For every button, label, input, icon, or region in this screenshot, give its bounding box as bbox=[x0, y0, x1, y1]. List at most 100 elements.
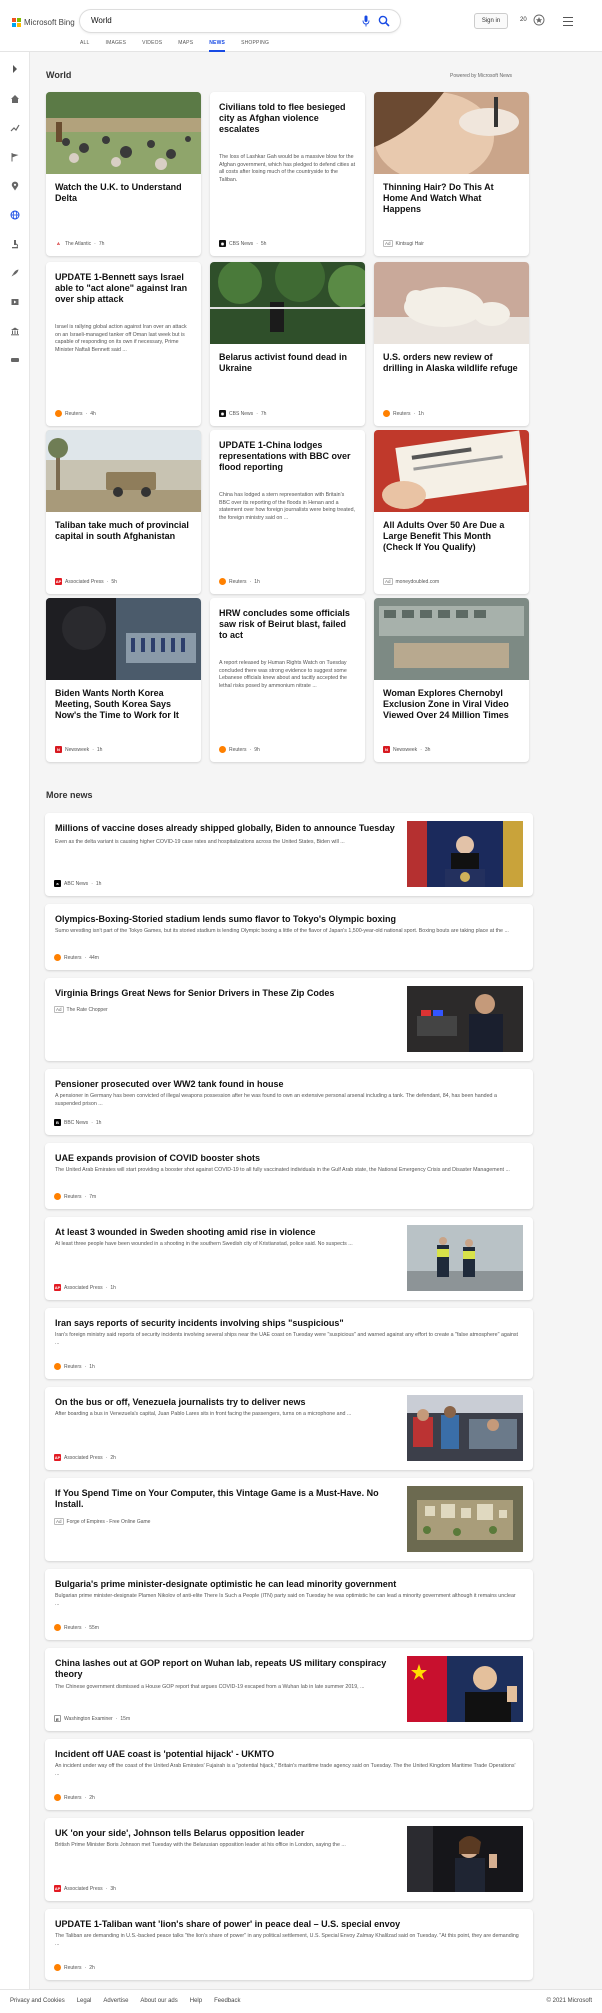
news-list-item[interactable]: Iran says reports of security incidents … bbox=[45, 1308, 533, 1379]
news-list-item[interactable]: China lashes out at GOP report on Wuhan … bbox=[45, 1648, 533, 1731]
news-source: AP Associated Press · 3h bbox=[54, 1885, 116, 1892]
tab-shopping[interactable]: SHOPPING bbox=[241, 40, 269, 52]
footer-link-help[interactable]: Help bbox=[190, 1998, 202, 2004]
news-source: Ad The Rate Chopper bbox=[54, 1006, 108, 1013]
card-title[interactable]: Watch the U.K. to Understand Delta bbox=[55, 182, 192, 204]
news-title[interactable]: Iran says reports of security incidents … bbox=[55, 1318, 344, 1329]
news-source: AP Associated Press · 2h bbox=[54, 1454, 116, 1461]
news-title[interactable]: If You Spend Time on Your Computer, this… bbox=[55, 1488, 400, 1510]
ad-card[interactable]: Thinning Hair? Do This At Home And Watch… bbox=[374, 92, 529, 256]
card-source: A The Atlantic · 7h bbox=[55, 240, 104, 247]
microscope-icon[interactable] bbox=[10, 239, 20, 249]
card-title[interactable]: All Adults Over 50 Are Due a Large Benef… bbox=[383, 520, 520, 553]
news-title[interactable]: At least 3 wounded in Sweden shooting am… bbox=[55, 1227, 316, 1238]
news-list-item[interactable]: At least 3 wounded in Sweden shooting am… bbox=[45, 1217, 533, 1300]
news-card[interactable]: U.S. orders new review of drilling in Al… bbox=[374, 262, 529, 426]
reuters-icon bbox=[54, 1193, 61, 1200]
footer-link-advertise[interactable]: Advertise bbox=[103, 1998, 128, 2004]
bing-logo[interactable]: Microsoft Bing bbox=[12, 16, 75, 28]
news-list-item[interactable]: Incident off UAE coast is 'potential hij… bbox=[45, 1739, 533, 1810]
card-title[interactable]: Civilians told to flee besieged city as … bbox=[219, 102, 356, 135]
tab-maps[interactable]: MAPS bbox=[178, 40, 193, 52]
news-list-item[interactable]: UK 'on your side', Johnson tells Belarus… bbox=[45, 1818, 533, 1901]
news-card[interactable]: Biden Wants North Korea Meeting, South K… bbox=[46, 598, 201, 762]
news-title[interactable]: Virginia Brings Great News for Senior Dr… bbox=[55, 988, 334, 999]
source-name: Reuters bbox=[64, 1193, 82, 1200]
rocket-icon[interactable] bbox=[10, 268, 20, 278]
card-source: Reuters · 1h bbox=[219, 578, 260, 585]
news-title[interactable]: Pensioner prosecuted over WW2 tank found… bbox=[55, 1079, 284, 1090]
news-list-item[interactable]: Pensioner prosecuted over WW2 tank found… bbox=[45, 1069, 533, 1135]
news-title[interactable]: UAE expands provision of COVID booster s… bbox=[55, 1153, 260, 1164]
news-card[interactable]: HRW concludes some officials saw risk of… bbox=[210, 598, 365, 762]
ad-list-item[interactable]: If You Spend Time on Your Computer, this… bbox=[45, 1478, 533, 1561]
movie-icon[interactable] bbox=[10, 297, 20, 307]
card-title[interactable]: UPDATE 1-China lodges representations wi… bbox=[219, 440, 356, 473]
news-card[interactable]: UPDATE 1-Bennett says Israel able to "ac… bbox=[46, 262, 201, 426]
card-title[interactable]: Belarus activist found dead in Ukraine bbox=[219, 352, 356, 374]
news-card[interactable]: UPDATE 1-China lodges representations wi… bbox=[210, 430, 365, 594]
news-title[interactable]: Olympics-Boxing-Storied stadium lends su… bbox=[55, 914, 396, 925]
news-snippet: The Chinese government dismissed a House… bbox=[55, 1684, 365, 1690]
news-card[interactable]: Belarus activist found dead in Ukraine ◉… bbox=[210, 262, 365, 426]
polar-bears-image bbox=[374, 262, 529, 344]
news-title[interactable]: China lashes out at GOP report on Wuhan … bbox=[55, 1658, 400, 1680]
news-card[interactable]: Watch the U.K. to Understand Delta A The… bbox=[46, 92, 201, 256]
tab-videos[interactable]: VIDEOS bbox=[142, 40, 162, 52]
search-icon[interactable] bbox=[378, 15, 390, 27]
news-list-item[interactable]: Millions of vaccine doses already shippe… bbox=[45, 813, 533, 896]
home-icon[interactable] bbox=[10, 94, 20, 104]
news-title[interactable]: On the bus or off, Venezuela journalists… bbox=[55, 1397, 306, 1408]
news-list-item[interactable]: Olympics-Boxing-Storied stadium lends su… bbox=[45, 904, 533, 970]
globe-icon[interactable] bbox=[10, 210, 20, 220]
tab-news[interactable]: NEWS bbox=[209, 40, 226, 52]
search-query[interactable]: World bbox=[91, 16, 112, 25]
footer-link-feedback[interactable]: Feedback bbox=[214, 1998, 240, 2004]
card-title[interactable]: HRW concludes some officials saw risk of… bbox=[219, 608, 356, 641]
footer-link-privacy[interactable]: Privacy and Cookies bbox=[10, 1998, 65, 2004]
news-source: AP Associated Press · 1h bbox=[54, 1284, 116, 1291]
bank-icon[interactable] bbox=[10, 326, 20, 336]
footer-link-about-ads[interactable]: About our ads bbox=[140, 1998, 177, 2004]
news-list-item[interactable]: UPDATE 1-Taliban want 'lion's share of p… bbox=[45, 1909, 533, 1980]
tab-images[interactable]: IMAGES bbox=[106, 40, 127, 52]
news-card[interactable]: Woman Explores Chernobyl Exclusion Zone … bbox=[374, 598, 529, 762]
ad-card[interactable]: All Adults Over 50 Are Due a Large Benef… bbox=[374, 430, 529, 594]
rewards-points[interactable]: 20 bbox=[520, 17, 527, 23]
source-time: 55m bbox=[89, 1624, 99, 1631]
trending-icon[interactable] bbox=[10, 123, 20, 133]
card-title[interactable]: U.S. orders new review of drilling in Al… bbox=[383, 352, 520, 374]
news-snippet: At least three people have been wounded … bbox=[55, 1241, 353, 1247]
sports-icon[interactable] bbox=[10, 355, 20, 365]
news-title[interactable]: UPDATE 1-Taliban want 'lion's share of p… bbox=[55, 1919, 400, 1930]
ad-list-item[interactable]: Virginia Brings Great News for Senior Dr… bbox=[45, 978, 533, 1061]
rewards-icon[interactable] bbox=[533, 14, 545, 26]
chernobyl-control-room-image bbox=[374, 598, 529, 680]
tab-all[interactable]: ALL bbox=[80, 40, 90, 52]
card-title[interactable]: Taliban take much of provincial capital … bbox=[55, 520, 192, 542]
news-title[interactable]: Millions of vaccine doses already shippe… bbox=[55, 823, 400, 834]
news-card[interactable]: Civilians told to flee besieged city as … bbox=[210, 92, 365, 256]
card-title[interactable]: Thinning Hair? Do This At Home And Watch… bbox=[383, 182, 520, 215]
news-card[interactable]: Taliban take much of provincial capital … bbox=[46, 430, 201, 594]
location-icon[interactable] bbox=[10, 181, 20, 191]
footer-link-legal[interactable]: Legal bbox=[77, 1998, 92, 2004]
news-list-item[interactable]: Bulgaria's prime minister-designate opti… bbox=[45, 1569, 533, 1640]
card-title[interactable]: Woman Explores Chernobyl Exclusion Zone … bbox=[383, 688, 520, 721]
menu-icon[interactable] bbox=[563, 17, 573, 26]
collapse-icon[interactable] bbox=[10, 64, 20, 74]
news-list-item[interactable]: UAE expands provision of COVID booster s… bbox=[45, 1143, 533, 1209]
source-time: 5h bbox=[260, 240, 267, 247]
card-title[interactable]: Biden Wants North Korea Meeting, South K… bbox=[55, 688, 192, 721]
news-list-item[interactable]: On the bus or off, Venezuela journalists… bbox=[45, 1387, 533, 1470]
search-input[interactable]: World bbox=[80, 10, 400, 32]
microphone-icon[interactable] bbox=[362, 15, 370, 27]
sign-in-button[interactable]: Sign in bbox=[474, 13, 508, 29]
news-title[interactable]: UK 'on your side', Johnson tells Belarus… bbox=[55, 1828, 304, 1839]
news-title[interactable]: Bulgaria's prime minister-designate opti… bbox=[55, 1579, 396, 1590]
card-snippet: China has lodged a stern representation … bbox=[219, 492, 356, 521]
flag-icon[interactable] bbox=[10, 152, 20, 162]
news-title[interactable]: Incident off UAE coast is 'potential hij… bbox=[55, 1749, 274, 1760]
reuters-icon bbox=[383, 410, 390, 417]
card-title[interactable]: UPDATE 1-Bennett says Israel able to "ac… bbox=[55, 272, 192, 305]
